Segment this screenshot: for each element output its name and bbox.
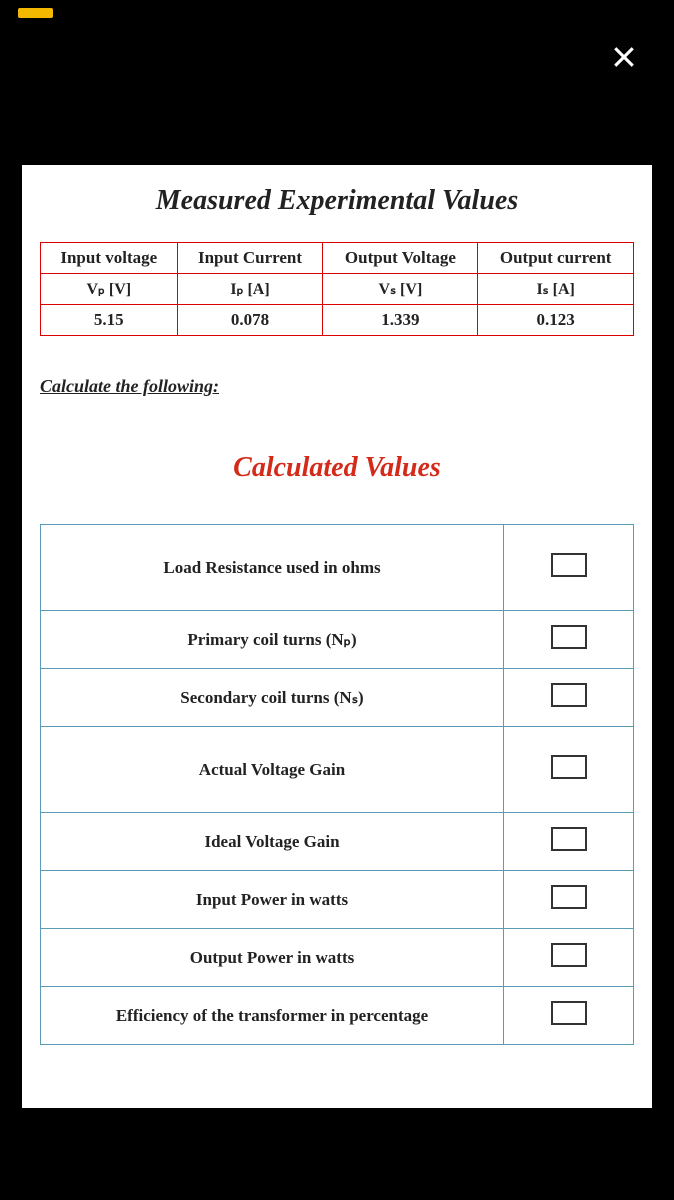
measured-subheader-cell: Vₛ [V] — [323, 274, 478, 305]
calc-label: Output Power in watts — [41, 929, 504, 987]
calculated-title: Calculated Values — [40, 452, 634, 484]
calc-label: Primary coil turns (Nₚ) — [41, 611, 504, 669]
calc-label: Efficiency of the transformer in percent… — [41, 987, 504, 1045]
measured-value-cell: 5.15 — [41, 305, 178, 336]
answer-input[interactable] — [551, 625, 587, 649]
calc-row: Primary coil turns (Nₚ) — [41, 611, 634, 669]
measured-value-row: 5.15 0.078 1.339 0.123 — [41, 305, 634, 336]
calc-row: Actual Voltage Gain — [41, 727, 634, 813]
calc-input-cell — [504, 727, 634, 813]
measured-subheader-cell: Iₚ [A] — [177, 274, 323, 305]
answer-input[interactable] — [551, 885, 587, 909]
calc-input-cell — [504, 669, 634, 727]
measured-table: Input voltage Input Current Output Volta… — [40, 242, 634, 336]
calc-row: Ideal Voltage Gain — [41, 813, 634, 871]
close-icon[interactable] — [609, 42, 639, 72]
calc-row: Output Power in watts — [41, 929, 634, 987]
calc-label: Load Resistance used in ohms — [41, 525, 504, 611]
calc-input-cell — [504, 987, 634, 1045]
answer-input[interactable] — [551, 553, 587, 577]
measured-header-cell: Input voltage — [41, 243, 178, 274]
calc-input-cell — [504, 929, 634, 987]
calc-row: Input Power in watts — [41, 871, 634, 929]
calc-input-cell — [504, 871, 634, 929]
measured-value-cell: 1.339 — [323, 305, 478, 336]
measured-header-cell: Output current — [478, 243, 634, 274]
calc-label: Actual Voltage Gain — [41, 727, 504, 813]
answer-input[interactable] — [551, 1001, 587, 1025]
answer-input[interactable] — [551, 683, 587, 707]
calc-row: Efficiency of the transformer in percent… — [41, 987, 634, 1045]
calc-row: Secondary coil turns (Nₛ) — [41, 669, 634, 727]
calculated-table: Load Resistance used in ohms Primary coi… — [40, 524, 634, 1045]
calc-input-cell — [504, 525, 634, 611]
measured-header-cell: Output Voltage — [323, 243, 478, 274]
answer-input[interactable] — [551, 943, 587, 967]
measured-subheader-cell: Iₛ [A] — [478, 274, 634, 305]
calc-input-cell — [504, 611, 634, 669]
measured-title: Measured Experimental Values — [40, 185, 634, 217]
answer-input[interactable] — [551, 755, 587, 779]
document-page: Measured Experimental Values Input volta… — [22, 165, 652, 1108]
calc-label: Secondary coil turns (Nₛ) — [41, 669, 504, 727]
measured-value-cell: 0.123 — [478, 305, 634, 336]
measured-subheader-cell: Vₚ [V] — [41, 274, 178, 305]
measured-header-row: Input voltage Input Current Output Volta… — [41, 243, 634, 274]
calc-input-cell — [504, 813, 634, 871]
status-indicator — [18, 8, 53, 18]
answer-input[interactable] — [551, 827, 587, 851]
calc-row: Load Resistance used in ohms — [41, 525, 634, 611]
calculate-label: Calculate the following: — [40, 376, 634, 397]
measured-header-cell: Input Current — [177, 243, 323, 274]
measured-value-cell: 0.078 — [177, 305, 323, 336]
measured-subheader-row: Vₚ [V] Iₚ [A] Vₛ [V] Iₛ [A] — [41, 274, 634, 305]
calc-label: Ideal Voltage Gain — [41, 813, 504, 871]
calc-label: Input Power in watts — [41, 871, 504, 929]
